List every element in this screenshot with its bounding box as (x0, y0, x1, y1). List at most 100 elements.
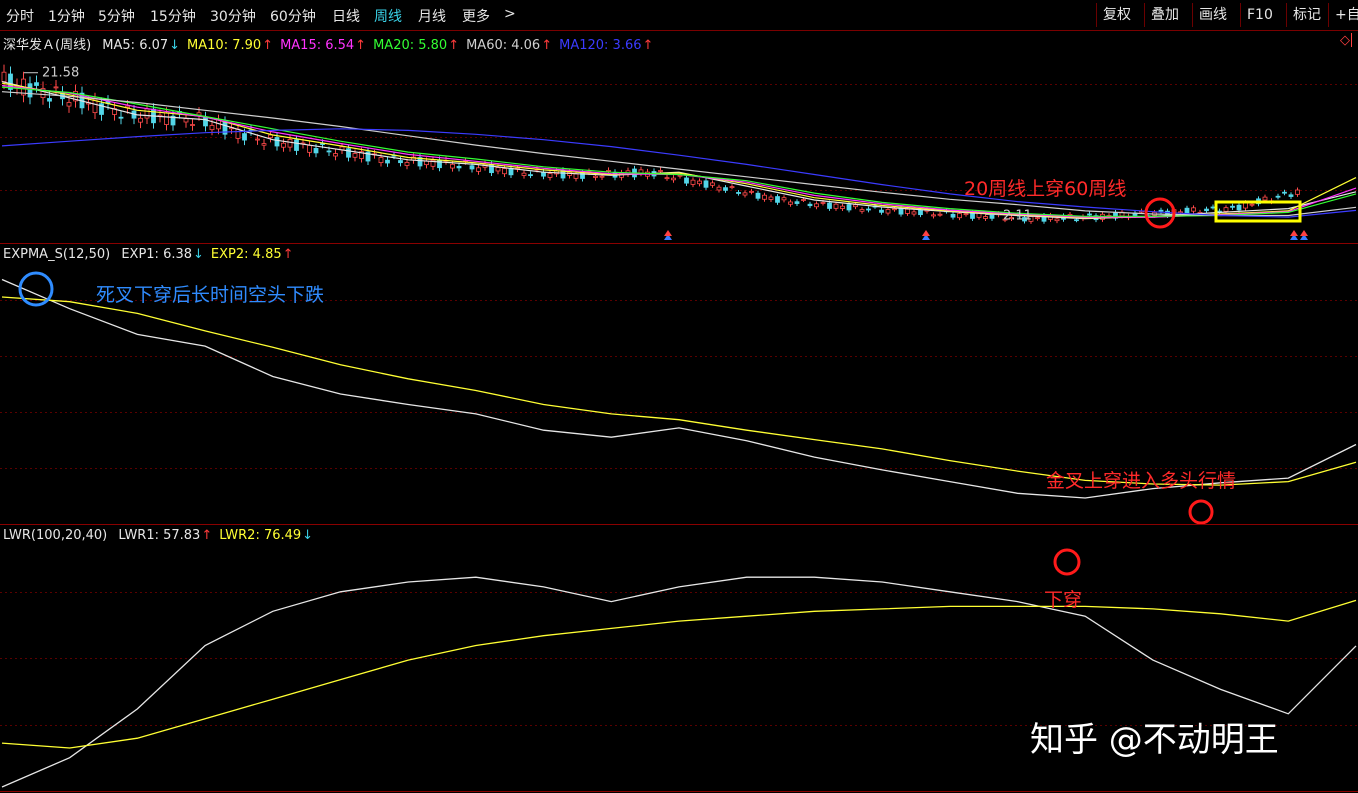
candle-body (697, 180, 702, 185)
overlay-button[interactable]: 叠加 (1144, 3, 1185, 27)
candle-body (1184, 207, 1190, 214)
candle-body (885, 209, 891, 214)
candle-body (1282, 191, 1287, 194)
candle-body (983, 216, 988, 219)
candle-body (1158, 209, 1164, 212)
candle-body (781, 197, 787, 201)
candle-body (242, 133, 247, 141)
candle-body (950, 213, 956, 218)
candle-body (690, 179, 696, 185)
candle-body (638, 169, 644, 174)
candle-body (749, 190, 754, 193)
candle-body (1275, 195, 1281, 198)
candle-body (404, 162, 410, 166)
candle-body (1035, 217, 1040, 220)
candle-body (716, 186, 722, 191)
death-cross-annotation: 死叉下穿后长时间空头下跌 (96, 284, 325, 306)
candle-body (892, 208, 897, 211)
period-tab-1min[interactable]: 1分钟 (48, 6, 85, 26)
candle-body (918, 209, 923, 216)
high-price-label: 21.58 (42, 66, 79, 81)
period-tab-weekly[interactable]: 周线 (374, 6, 402, 26)
candle-body (164, 112, 169, 125)
candle-body (346, 148, 351, 158)
candle-body (469, 165, 475, 170)
period-tab-daily[interactable]: 日线 (332, 6, 360, 26)
candle-body (66, 102, 72, 107)
candle-body (333, 153, 338, 157)
period-tab-5min[interactable]: 5分钟 (98, 6, 135, 26)
candle-body (671, 177, 676, 181)
candle-body (378, 157, 384, 164)
period-tab-30min[interactable]: 30分钟 (210, 6, 256, 26)
candle-body (1, 71, 7, 83)
custom-button[interactable]: +自 (1328, 3, 1358, 27)
candle-body (521, 172, 527, 176)
candle-body (827, 202, 832, 209)
candle-body (820, 202, 826, 204)
period-tab-60min[interactable]: 60分钟 (270, 6, 316, 26)
candle-body (528, 174, 533, 177)
adjust-rights-button[interactable]: 复权 (1096, 3, 1137, 27)
more-chevron-icon[interactable]: > (504, 6, 516, 22)
candle-body (775, 196, 780, 203)
candle-body (508, 168, 514, 176)
period-tab-more[interactable]: 更多 (462, 6, 490, 26)
candle-body (957, 213, 962, 219)
candle-body (1223, 207, 1229, 212)
candle-body (768, 196, 774, 200)
candle-body (723, 187, 728, 191)
watermark: 知乎 @不动明王 (1030, 720, 1279, 760)
candle-body (1230, 205, 1235, 208)
period-tab-monthly[interactable]: 月线 (418, 6, 446, 26)
candle-body (261, 143, 267, 146)
candle-body (190, 124, 195, 126)
cross-down-annotation: 下穿 (1044, 589, 1083, 611)
candle-body (879, 209, 884, 213)
candle-body (1204, 208, 1209, 212)
f10-button[interactable]: F10 (1240, 3, 1279, 27)
ma-cross-annotation: 20周线上穿60周线 (964, 178, 1127, 200)
period-tab-15min[interactable]: 15分钟 (150, 6, 196, 26)
candle-body (274, 137, 280, 147)
candle-body (53, 86, 59, 89)
price-chart[interactable]: 21.58 2.11 (0, 31, 1358, 243)
candle-body (437, 159, 442, 169)
candle-body (898, 208, 904, 215)
candle-body (209, 125, 215, 131)
candle-body (963, 213, 969, 216)
candle-body (1262, 196, 1268, 201)
candle-body (398, 160, 403, 164)
candle-body (1236, 204, 1242, 211)
signal-arrow-icon (1290, 230, 1298, 236)
candle-body (1191, 207, 1196, 212)
cross-down-circle (1053, 548, 1081, 576)
candle-body (34, 82, 39, 86)
candle-body (762, 194, 767, 200)
candle-body (144, 108, 150, 119)
candle-body (801, 199, 806, 201)
candle-body (573, 173, 579, 179)
series-line-exp2 (1, 296, 1357, 486)
candle-body (911, 211, 917, 215)
candle-body (664, 177, 670, 180)
period-tab-intraday[interactable]: 分时 (6, 6, 34, 26)
candle-body (1087, 213, 1092, 216)
candle-body (1249, 203, 1255, 206)
candle-body (326, 150, 332, 153)
candle-body (352, 153, 358, 158)
candle-body (931, 214, 936, 217)
draw-line-button[interactable]: 画线 (1192, 3, 1233, 27)
candle-body (833, 203, 839, 209)
candle-body (658, 170, 663, 172)
mark-button[interactable]: 标记 (1286, 3, 1327, 27)
expma-panel: EXPMA_S(12,50) EXP1: 6.38↓ EXP2: 4.85↑ 死叉… (0, 244, 1358, 525)
candle-body (684, 177, 689, 184)
low-price-label: 2.11 (1003, 208, 1032, 223)
candle-body (307, 145, 312, 153)
series-line-ma5 (1, 81, 1357, 220)
candle-body (853, 204, 858, 208)
candle-body (47, 98, 52, 102)
candle-body (268, 134, 273, 139)
signal-arrow-icon (922, 230, 930, 236)
